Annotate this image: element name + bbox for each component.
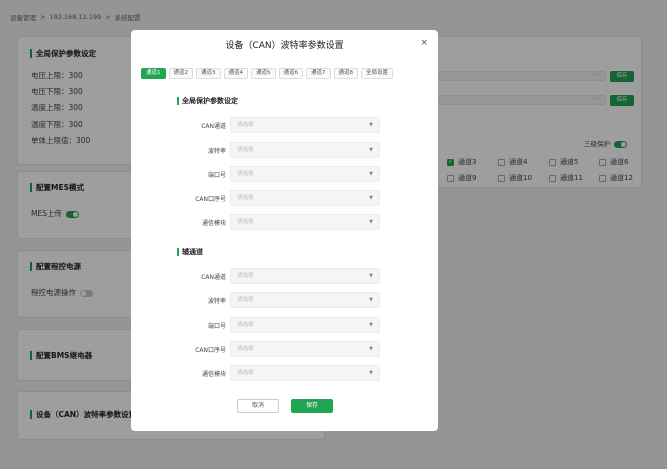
select-placeholder: 请选择 bbox=[237, 219, 254, 225]
field-row-port: 端口号 请选择 ▼ bbox=[131, 317, 438, 333]
field-row-can-channel: CAN通道 请选择 ▼ bbox=[131, 117, 438, 133]
field-label: 波特率 bbox=[207, 148, 226, 155]
aux-comm-module-select[interactable]: 请选择 ▼ bbox=[230, 365, 380, 381]
aux-can-port-index-select[interactable]: 请选择 ▼ bbox=[230, 341, 380, 357]
section-global-protection: 全局保护参数设定 bbox=[177, 97, 238, 105]
save-button[interactable]: 保存 bbox=[291, 399, 333, 413]
select-placeholder: 请选择 bbox=[237, 322, 254, 328]
tab-channel-4[interactable]: 通道4 bbox=[223, 68, 248, 79]
field-row-can-port-index: CAN口序号 请选择 ▼ bbox=[131, 190, 438, 206]
tab-channel-6[interactable]: 通道6 bbox=[278, 68, 303, 79]
chevron-down-icon: ▼ bbox=[369, 219, 373, 225]
tab-channel-1[interactable]: 通道1 bbox=[141, 68, 166, 79]
select-placeholder: 请选择 bbox=[237, 346, 254, 352]
can-port-index-select[interactable]: 请选择 ▼ bbox=[230, 190, 380, 206]
select-placeholder: 请选择 bbox=[237, 273, 254, 279]
field-row-can-port-index: CAN口序号 请选择 ▼ bbox=[131, 341, 438, 357]
chevron-down-icon: ▼ bbox=[369, 171, 373, 177]
field-row-can-channel: CAN通道 请选择 ▼ bbox=[131, 268, 438, 284]
field-label: 端口号 bbox=[207, 323, 226, 330]
modal-title: 设备（CAN）波特率参数设置 bbox=[225, 41, 344, 51]
chevron-down-icon: ▼ bbox=[369, 147, 373, 153]
aux-can-channel-select[interactable]: 请选择 ▼ bbox=[230, 268, 380, 284]
field-label: 通信模块 bbox=[201, 371, 226, 378]
select-placeholder: 请选择 bbox=[237, 147, 254, 153]
chevron-down-icon: ▼ bbox=[369, 122, 373, 128]
aux-port-select[interactable]: 请选择 ▼ bbox=[230, 317, 380, 333]
field-label: 端口号 bbox=[207, 172, 226, 179]
aux-baud-rate-select[interactable]: 请选择 ▼ bbox=[230, 292, 380, 308]
port-select[interactable]: 请选择 ▼ bbox=[230, 166, 380, 182]
field-label: 波特率 bbox=[207, 298, 226, 305]
tab-channel-5[interactable]: 通道5 bbox=[251, 68, 276, 79]
can-channel-select[interactable]: 请选择 ▼ bbox=[230, 117, 380, 133]
chevron-down-icon: ▼ bbox=[369, 346, 373, 352]
field-row-baud-rate: 波特率 请选择 ▼ bbox=[131, 292, 438, 308]
tab-global-settings[interactable]: 全局设置 bbox=[361, 68, 394, 79]
tab-channel-7[interactable]: 通道7 bbox=[306, 68, 331, 79]
tab-channel-3[interactable]: 通道3 bbox=[196, 68, 221, 79]
field-row-comm-module: 通信模块 请选择 ▼ bbox=[131, 365, 438, 381]
tab-channel-2[interactable]: 通道2 bbox=[168, 68, 193, 79]
field-label: CAN口序号 bbox=[195, 347, 226, 354]
select-placeholder: 请选择 bbox=[237, 122, 254, 128]
field-row-baud-rate: 波特率 请选择 ▼ bbox=[131, 142, 438, 158]
tab-channel-8[interactable]: 通道8 bbox=[333, 68, 358, 79]
field-label: CAN通道 bbox=[201, 123, 226, 130]
field-label: 通信模块 bbox=[201, 220, 226, 227]
select-placeholder: 请选择 bbox=[237, 171, 254, 177]
baud-rate-select[interactable]: 请选择 ▼ bbox=[230, 142, 380, 158]
comm-module-select[interactable]: 请选择 ▼ bbox=[230, 214, 380, 230]
select-placeholder: 请选择 bbox=[237, 297, 254, 303]
select-placeholder: 请选择 bbox=[237, 195, 254, 201]
chevron-down-icon: ▼ bbox=[369, 370, 373, 376]
chevron-down-icon: ▼ bbox=[369, 273, 373, 279]
select-placeholder: 请选择 bbox=[237, 370, 254, 376]
field-label: CAN通道 bbox=[201, 274, 226, 281]
field-label: CAN口序号 bbox=[195, 196, 226, 203]
chevron-down-icon: ▼ bbox=[369, 297, 373, 303]
chevron-down-icon: ▼ bbox=[369, 195, 373, 201]
chevron-down-icon: ▼ bbox=[369, 322, 373, 328]
field-row-port: 端口号 请选择 ▼ bbox=[131, 166, 438, 182]
close-icon[interactable]: × bbox=[420, 38, 428, 48]
can-settings-modal: 设备（CAN）波特率参数设置 × 通道1 通道2 通道3 通道4 通道5 通道6… bbox=[131, 30, 438, 431]
field-row-comm-module: 通信模块 请选择 ▼ bbox=[131, 214, 438, 230]
cancel-button[interactable]: 取消 bbox=[237, 399, 279, 413]
channel-tabs: 通道1 通道2 通道3 通道4 通道5 通道6 通道7 通道8 全局设置 bbox=[141, 68, 394, 79]
section-aux-channel: 辅通道 bbox=[177, 248, 203, 256]
